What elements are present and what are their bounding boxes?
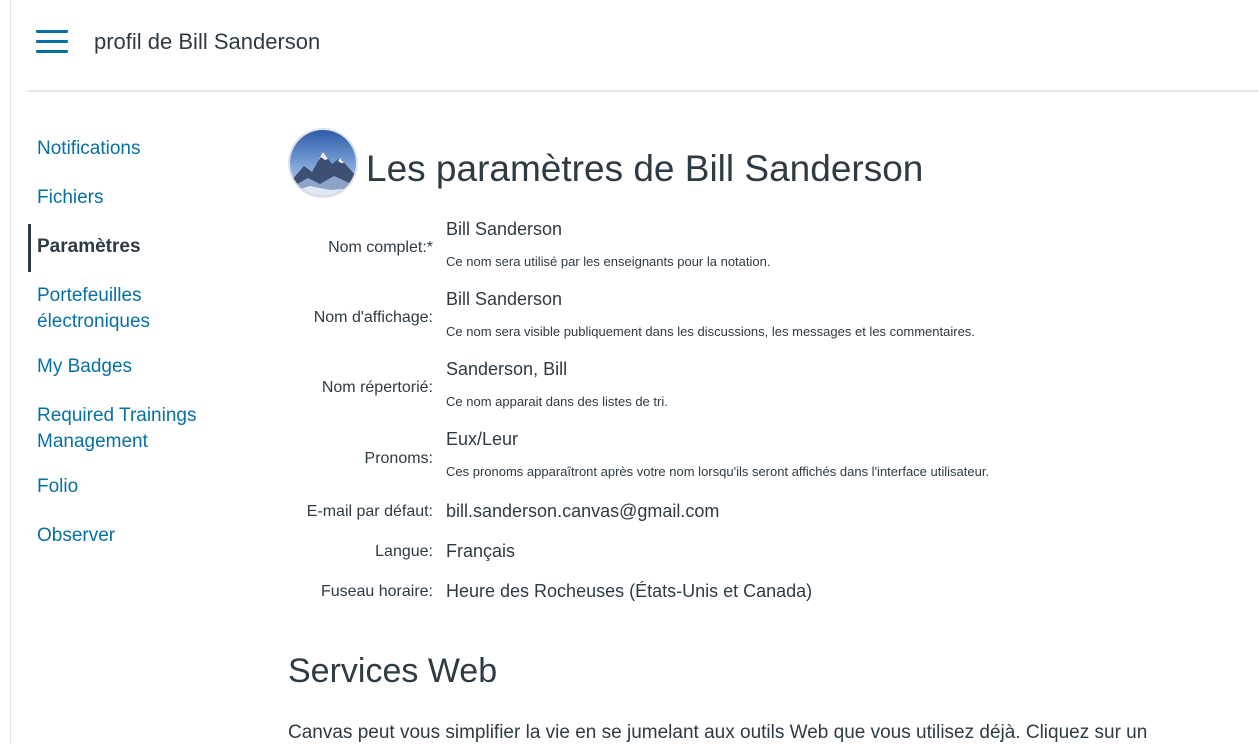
timezone-label: Fuseau horaire: <box>320 583 433 600</box>
email-label: E-mail par défaut: <box>306 503 433 520</box>
sortable-name-hint: Ce nom apparait dans des listes de tri. <box>446 394 668 409</box>
sidebar-item-label: Management <box>37 431 148 452</box>
language-value: Français <box>446 541 516 561</box>
sidebar-item-settings[interactable]: Paramètres <box>28 224 248 272</box>
sidebar-item-label: Folio <box>37 476 79 497</box>
sidebar-item-label: Notifications <box>37 138 141 159</box>
sidebar-item-notifications[interactable]: Notifications <box>28 136 248 162</box>
display-name-label: Nom d'affichage: <box>313 309 433 326</box>
sidebar-item-folio[interactable]: Folio <box>28 474 248 500</box>
display-name-hint: Ce nom sera visible publiquement dans le… <box>446 324 975 339</box>
sidebar-item-label: Required Trainings <box>37 405 197 426</box>
timezone-value: Heure des Rocheuses (États-Unis et Canad… <box>446 581 813 601</box>
hamburger-menu-icon[interactable] <box>36 30 68 56</box>
sidebar-item-label: Portefeuilles <box>37 285 142 306</box>
window-edge <box>10 0 11 744</box>
web-services-heading: Services Web <box>288 652 498 690</box>
avatar-image <box>290 130 356 196</box>
display-name-value: Bill Sanderson <box>446 289 563 309</box>
sortable-name-label: Nom répertorié: <box>321 379 433 396</box>
app-frame: profil de Bill Sanderson Notifications F… <box>0 0 1259 744</box>
page-title: Les paramètres de Bill Sanderson <box>366 148 924 189</box>
main-content: Les paramètres de Bill Sanderson Nom com… <box>288 124 1248 743</box>
pronouns-hint: Ces pronoms apparaîtront après votre nom… <box>446 464 990 479</box>
pronouns-value: Eux/Leur <box>446 429 519 449</box>
sidebar-item-label: Fichiers <box>37 187 104 208</box>
pronouns-label: Pronoms: <box>364 450 433 467</box>
web-services-description: Canvas peut vous simplifier la vie en se… <box>288 722 1148 743</box>
breadcrumb: profil de Bill Sanderson <box>94 29 321 54</box>
header-bar: profil de Bill Sanderson <box>28 0 1259 92</box>
email-value: bill.sanderson.canvas@gmail.com <box>446 501 720 521</box>
sidebar-item-label: My Badges <box>37 356 133 377</box>
title-row: Les paramètres de Bill Sanderson <box>288 124 1248 206</box>
sidebar-item-eportfolios[interactable]: Portefeuilles électroniques <box>28 283 248 335</box>
sidebar-item-label: électroniques <box>37 311 151 332</box>
sidebar-item-my-badges[interactable]: My Badges <box>28 354 248 380</box>
sidebar-item-observer[interactable]: Observer <box>28 523 248 549</box>
profile-sidebar-nav: Notifications Fichiers Paramètres Portef… <box>28 136 248 572</box>
full-name-value: Bill Sanderson <box>446 219 563 239</box>
sortable-name-value: Sanderson, Bill <box>446 359 568 379</box>
mountain-avatar-icon[interactable] <box>288 128 358 198</box>
full-name-label: Nom complet:* <box>328 239 433 256</box>
sidebar-item-label: Paramètres <box>37 236 141 257</box>
language-label: Langue: <box>375 543 433 560</box>
full-name-hint: Ce nom sera utilisé par les enseignants … <box>446 254 771 269</box>
sidebar-item-files[interactable]: Fichiers <box>28 185 248 211</box>
sidebar-item-label: Observer <box>37 525 116 546</box>
sidebar-item-required-trainings[interactable]: Required Trainings Management <box>28 403 248 455</box>
